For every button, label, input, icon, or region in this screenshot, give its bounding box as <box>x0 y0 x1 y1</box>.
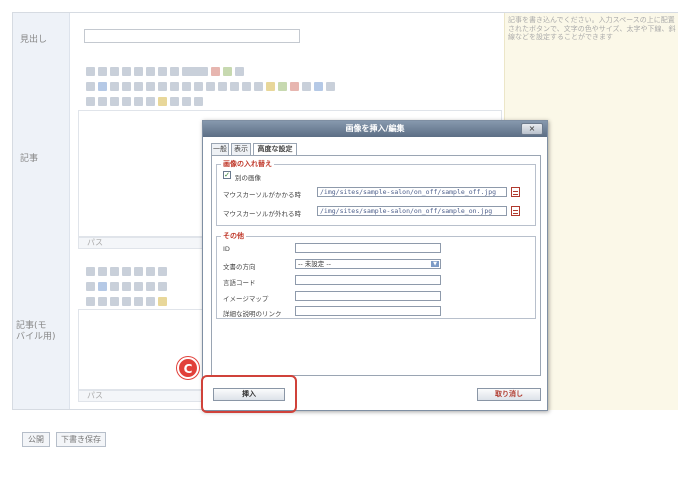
mobile-toolbar-row-2[interactable] <box>86 280 167 292</box>
image-dialog: 画像を挿入/編集 × 一般 表示 高度な設定 画像の入れ替え ✓ 別の画像 マウ… <box>202 120 548 411</box>
editor-toolbar-row-3[interactable] <box>86 95 203 107</box>
id-label: ID <box>223 245 230 253</box>
publish-button[interactable]: 公開 <box>22 432 50 447</box>
hint-text: 記事を書き込んでください。入力スペースの上に配置されたボタンで、文字の色やサイズ… <box>508 16 676 42</box>
tab-general[interactable]: 一般 <box>211 143 229 155</box>
browse-mouseover-icon[interactable] <box>511 187 520 197</box>
browse-mouseout-icon[interactable] <box>511 206 520 216</box>
insert-highlight-box <box>201 375 297 413</box>
longdesc-label: 詳細な説明のリンク <box>223 310 282 318</box>
mouseover-label: マウスカーソルがかかる時 <box>223 191 301 199</box>
swap-legend: 画像の入れ替え <box>221 159 274 169</box>
mobile-article-label: 記事(モ バイル用) <box>16 321 56 342</box>
tab-appearance[interactable]: 表示 <box>231 143 251 155</box>
misc-fieldset: その他 ID 文書の方向 -- 未設定 -- ▼ 言語コード イメージマップ 詳… <box>216 231 536 319</box>
mouseover-input[interactable]: /img/sites/sample-salon/on_off/sample_of… <box>317 187 507 197</box>
imagemap-input[interactable] <box>295 291 441 301</box>
editor-toolbar-row-2[interactable] <box>86 80 335 92</box>
step-badge: C <box>177 357 199 379</box>
alt-image-checkbox[interactable]: ✓ <box>223 171 231 179</box>
lang-input[interactable] <box>295 275 441 285</box>
close-icon[interactable]: × <box>521 123 543 135</box>
id-input[interactable] <box>295 243 441 253</box>
mobile-toolbar-row-1[interactable] <box>86 265 167 277</box>
mouseout-label: マウスカーソルが外れる時 <box>223 210 301 218</box>
article-label: 記事 <box>20 154 39 164</box>
heading-input[interactable] <box>84 29 300 43</box>
heading-label: 見出し <box>20 35 48 45</box>
dialog-title: 画像を挿入/編集 <box>203 121 547 137</box>
chevron-down-icon: ▼ <box>431 261 439 267</box>
imagemap-label: イメージマップ <box>223 295 269 303</box>
alt-image-label: 別の画像 <box>235 174 261 182</box>
lang-label: 言語コード <box>223 279 256 287</box>
mobile-toolbar-row-3[interactable] <box>86 295 167 307</box>
label-column <box>13 13 70 409</box>
tab-content: 画像の入れ替え ✓ 別の画像 マウスカーソルがかかる時 /img/sites/s… <box>211 155 541 376</box>
direction-select[interactable]: -- 未設定 -- ▼ <box>295 259 441 269</box>
cancel-button[interactable]: 取り消し <box>477 388 541 401</box>
mouseout-input[interactable]: /img/sites/sample-salon/on_off/sample_on… <box>317 206 507 216</box>
save-draft-button[interactable]: 下書き保存 <box>56 432 106 447</box>
misc-legend: その他 <box>221 231 246 241</box>
swap-fieldset: 画像の入れ替え ✓ 別の画像 マウスカーソルがかかる時 /img/sites/s… <box>216 159 536 226</box>
direction-label: 文書の方向 <box>223 263 256 271</box>
editor-toolbar-row-1[interactable] <box>86 65 244 77</box>
longdesc-input[interactable] <box>295 306 441 316</box>
